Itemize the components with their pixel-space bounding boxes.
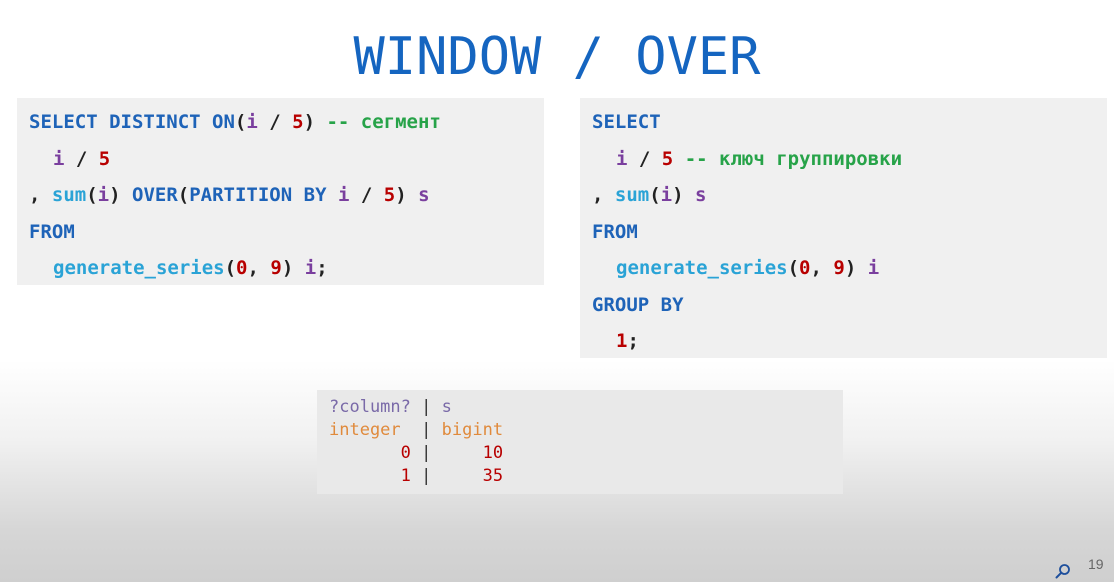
code-line: GROUP BY (592, 287, 1107, 324)
number: 0 (236, 257, 248, 279)
column-separator: | (421, 420, 432, 440)
result-row: 0 | 10 (329, 442, 843, 465)
identifier: s (418, 184, 430, 206)
number: 5 (98, 147, 111, 170)
identifier: i (246, 111, 258, 133)
number: 5 (661, 147, 674, 170)
punct: , (592, 184, 615, 206)
identifier: i (53, 147, 65, 170)
cell-value: 10 (482, 443, 504, 463)
right-query-block: SELECT i / 5 -- ключ группировки , sum(i… (580, 98, 1107, 358)
code-line: FROM (592, 214, 1107, 251)
left-query-block: SELECT DISTINCT ON(i / 5) -- сегмент i /… (17, 98, 544, 285)
keyword: SELECT (592, 111, 661, 133)
operator: / (627, 147, 662, 170)
code-line: generate_series(0, 9) i; (29, 250, 544, 287)
code-line: generate_series(0, 9) i (592, 250, 1107, 287)
function: sum (51, 184, 87, 206)
cell-value: 0 (400, 443, 411, 463)
punct: ; (316, 257, 328, 279)
identifier: i (97, 184, 110, 206)
code-line: i / 5 -- ключ группировки (592, 141, 1107, 178)
result-type-row: integer | bigint (329, 419, 843, 442)
number: 9 (833, 257, 845, 279)
code-line: , sum(i) s (592, 177, 1107, 214)
punct: ) (672, 184, 696, 206)
comment: -- сегмент (326, 111, 441, 133)
code-line: SELECT (592, 104, 1107, 141)
keyword: GROUP BY (592, 293, 684, 316)
cell-value: 1 (400, 466, 411, 486)
punct (673, 148, 684, 170)
search-icon[interactable] (1055, 563, 1071, 579)
punct: ( (787, 257, 800, 279)
punct: ) (109, 184, 133, 206)
keyword: FROM (592, 220, 638, 243)
identifier: i (337, 184, 350, 206)
column-type: bigint (441, 420, 504, 440)
identifier: i (616, 147, 628, 170)
number: 9 (270, 257, 282, 279)
keyword: SELECT DISTINCT ON (29, 111, 235, 133)
code-line: i / 5 (29, 141, 544, 178)
operator: / (257, 111, 293, 133)
punct: ( (177, 184, 190, 206)
number: 1 (616, 330, 628, 352)
punct: ; (627, 330, 639, 352)
column-name: ?column? (329, 397, 411, 417)
punct: ) (281, 257, 305, 279)
comment: -- ключ группировки (684, 147, 903, 170)
function: sum (614, 184, 650, 206)
identifier: i (304, 257, 317, 279)
code-line: SELECT DISTINCT ON(i / 5) -- сегмент (29, 104, 544, 141)
code-line: FROM (29, 214, 544, 251)
punct: ( (234, 111, 247, 133)
identifier: i (867, 257, 880, 279)
punct: ( (86, 184, 98, 206)
identifier: i (660, 184, 673, 206)
keyword: PARTITION BY (189, 184, 327, 206)
column-separator: | (421, 443, 432, 463)
number: 5 (292, 111, 304, 133)
result-row: 1 | 35 (329, 465, 843, 488)
operator: / (349, 184, 384, 206)
function: generate_series (53, 257, 225, 279)
keyword: OVER (132, 184, 178, 206)
column-separator: | (421, 397, 432, 417)
punct: ) (395, 184, 419, 206)
number: 5 (383, 184, 396, 206)
code-line: 1; (592, 323, 1107, 360)
identifier: s (695, 184, 707, 206)
column-separator: | (421, 466, 432, 486)
function: generate_series (616, 257, 788, 279)
punct: ( (224, 257, 237, 279)
column-name: s (441, 397, 452, 417)
operator: / (64, 147, 99, 170)
punct: ( (649, 184, 661, 206)
result-header-row: ?column? | s (329, 396, 843, 419)
punct (327, 184, 338, 206)
code-line: , sum(i) OVER(PARTITION BY i / 5) s (29, 177, 544, 214)
punct: , (29, 184, 52, 206)
punct: , (247, 257, 271, 279)
column-type: integer (329, 420, 401, 440)
cell-value: 35 (482, 466, 504, 486)
number: 0 (799, 257, 811, 279)
slide-title: WINDOW / OVER (353, 27, 761, 87)
query-result: ?column? | s integer | bigint 0 | 10 1 |… (317, 390, 843, 494)
punct: , (810, 257, 834, 279)
page-number: 19 (1088, 556, 1104, 572)
punct: ) (303, 111, 327, 133)
punct: ) (844, 257, 868, 279)
keyword: FROM (29, 220, 75, 243)
